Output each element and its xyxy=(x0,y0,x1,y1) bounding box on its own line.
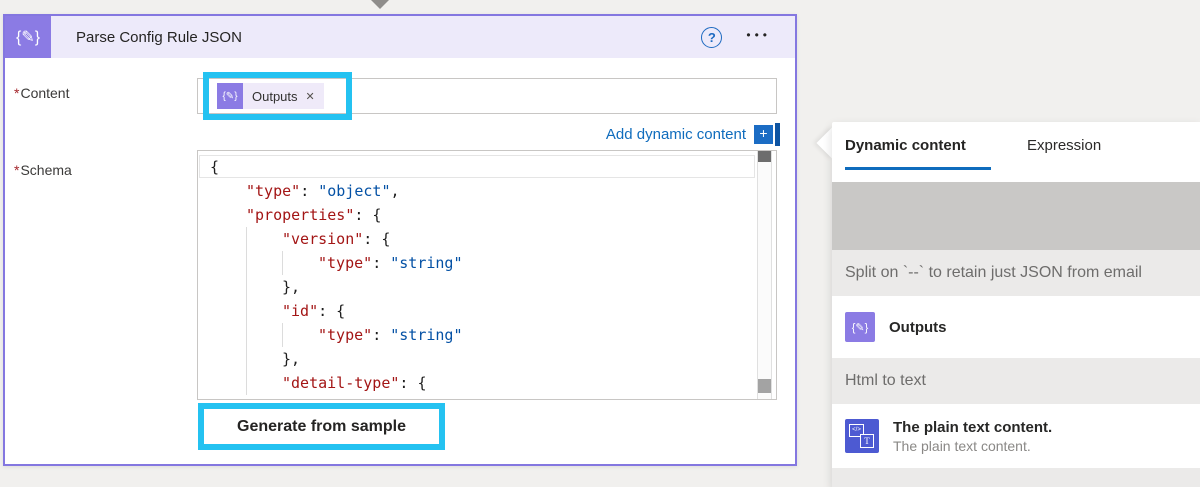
editor-scrollbar-track[interactable] xyxy=(757,151,772,399)
editor-scrollbar-thumb[interactable] xyxy=(758,151,771,162)
text-glyph: T xyxy=(860,434,874,448)
generate-from-sample-button[interactable]: Generate from sample xyxy=(206,411,437,442)
flow-connector-arrow xyxy=(371,0,389,9)
action-title: Parse Config Rule JSON xyxy=(76,29,242,46)
schema-code-line: { xyxy=(198,155,776,179)
indent-guide xyxy=(246,251,247,275)
parse-json-icon: {✎} xyxy=(5,16,51,58)
add-dynamic-content-button[interactable]: + xyxy=(754,123,780,146)
item-label: The plain text content. xyxy=(893,419,1052,436)
token-remove-icon[interactable]: ✕ xyxy=(306,90,315,103)
add-dynamic-content-link[interactable]: Add dynamic content xyxy=(606,126,746,143)
indent-guide xyxy=(246,371,247,395)
tab-dynamic-content[interactable]: Dynamic content xyxy=(845,137,966,154)
html-to-text-icon: </>T xyxy=(845,419,879,453)
schema-code-line: "type": "string" xyxy=(198,251,776,275)
schema-code-line: "type": "object", xyxy=(198,179,776,203)
power-automate-editor: {✎} Parse Config Rule JSON ? ••• *Conten… xyxy=(0,0,1200,487)
required-marker: * xyxy=(14,85,19,101)
item-sublabel: The plain text content. xyxy=(893,438,1052,454)
indent-guide xyxy=(246,227,247,251)
schema-code-line: }, xyxy=(198,275,776,299)
schema-code-line: "version": { xyxy=(198,227,776,251)
schema-code-line: }, xyxy=(198,347,776,371)
section-header: Html to text xyxy=(832,358,1200,404)
schema-code-line: "id": { xyxy=(198,299,776,323)
plus-icon: + xyxy=(754,125,773,144)
active-tab-underline xyxy=(845,167,991,170)
indent-guide xyxy=(246,275,247,299)
tab-expression[interactable]: Expression xyxy=(1027,137,1101,154)
editor-scrollbar-thumb-bottom[interactable] xyxy=(758,379,771,393)
schema-field-label: *Schema xyxy=(14,162,72,178)
plus-button-bar xyxy=(775,123,780,146)
outputs-token[interactable]: {✎} Outputs ✕ xyxy=(217,83,324,109)
dynamic-content-flyout: Dynamic content Expression Split on `--`… xyxy=(832,122,1200,487)
schema-code-line: "properties": { xyxy=(198,203,776,227)
search-band xyxy=(832,182,1200,250)
dynamic-content-list: Split on `--` to retain just JSON from e… xyxy=(832,250,1200,487)
section-header: Split on `--` to retain just JSON from e… xyxy=(832,250,1200,296)
indent-guide xyxy=(282,323,283,347)
dynamic-content-item-the-plain-text-content[interactable]: </>T The plain text content. The plain tex… xyxy=(832,404,1200,468)
indent-guide xyxy=(246,347,247,371)
required-marker: * xyxy=(14,162,19,178)
schema-code-line: "type": "string" xyxy=(198,323,776,347)
item-label: Outputs xyxy=(889,319,947,336)
schema-editor[interactable]: {"type": "object","properties": {"versio… xyxy=(197,150,777,400)
action-card-header[interactable]: {✎} Parse Config Rule JSON ? ••• xyxy=(5,16,795,58)
schema-code-line: "detail-type": { xyxy=(198,371,776,395)
json-outputs-icon: {✎} xyxy=(845,312,875,342)
content-field-label: *Content xyxy=(14,85,70,101)
indent-guide xyxy=(282,251,283,275)
help-icon[interactable]: ? xyxy=(701,27,722,48)
more-menu-icon[interactable]: ••• xyxy=(746,28,771,46)
indent-guide xyxy=(246,323,247,347)
indent-guide xyxy=(246,299,247,323)
section-header xyxy=(832,468,1200,487)
token-label: Outputs xyxy=(252,89,298,104)
token-json-icon: {✎} xyxy=(217,83,243,109)
dynamic-content-item-outputs[interactable]: {✎} Outputs xyxy=(832,296,1200,358)
